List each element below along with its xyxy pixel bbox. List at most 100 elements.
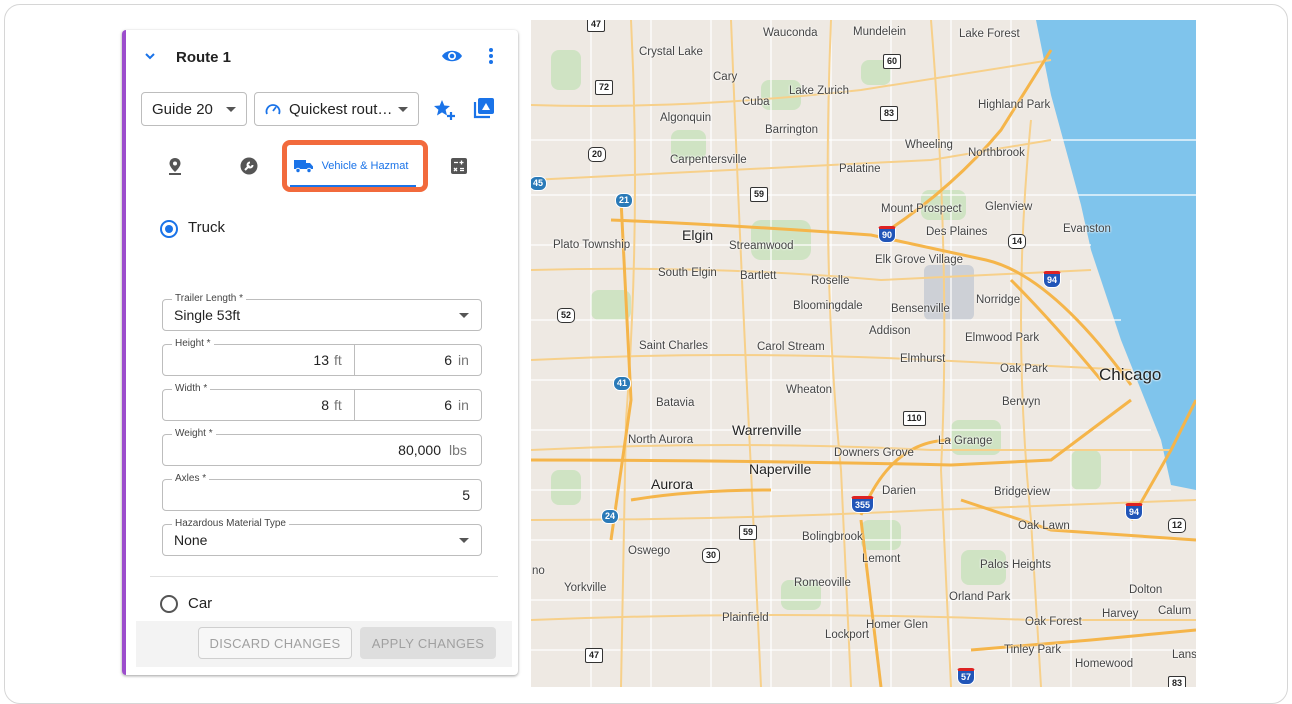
- place-label: Des Plaines: [926, 226, 988, 238]
- route-shield: 94: [1125, 503, 1144, 520]
- tab-vehicle-label: Vehicle & Hazmat: [321, 160, 409, 172]
- route-panel: Route 1 Guide 20 Quickest rout… Vehicle …: [122, 30, 518, 675]
- guide-select-value: Guide 20: [152, 100, 213, 118]
- route-shield: 20: [588, 147, 607, 162]
- height-ft-unit: ft: [334, 352, 342, 368]
- discard-changes-button[interactable]: DISCARD CHANGES: [198, 627, 352, 659]
- place-label: Wheeling: [905, 139, 953, 151]
- width-in-value[interactable]: 6: [444, 397, 452, 413]
- action-footer: DISCARD CHANGES APPLY CHANGES: [136, 621, 512, 667]
- more-options-icon[interactable]: [488, 46, 494, 66]
- place-label: Lake Forest: [959, 28, 1020, 40]
- place-label: Lans: [1172, 649, 1196, 661]
- truck-radio[interactable]: [160, 220, 178, 238]
- trailer-length-select[interactable]: Trailer Length * Single 53ft: [162, 293, 482, 331]
- tab-costs[interactable]: [434, 145, 484, 187]
- field-divider: [354, 390, 355, 420]
- width-field[interactable]: Width * 8 ft 6 in: [162, 383, 482, 421]
- height-ft-value[interactable]: 13: [313, 352, 329, 368]
- hazmat-value: None: [174, 532, 208, 548]
- calculator-icon: [451, 158, 467, 174]
- width-label: Width *: [172, 383, 211, 394]
- chevron-down-icon[interactable]: [144, 50, 156, 62]
- route-shield: 47: [587, 20, 606, 32]
- width-in-unit: in: [458, 397, 469, 413]
- place-label: Saint Charles: [639, 340, 709, 352]
- weight-unit: lbs: [449, 442, 467, 458]
- place-label: Lake Zurich: [789, 85, 850, 97]
- place-label: Barrington: [765, 124, 819, 136]
- route-shield: 94: [1043, 271, 1062, 288]
- place-label: Cuba: [742, 96, 770, 108]
- active-tab-indicator: [290, 185, 416, 187]
- width-ft-unit: ft: [334, 397, 342, 413]
- route-shield: 12: [1168, 518, 1187, 533]
- place-label: La Grange: [938, 435, 993, 447]
- axles-field[interactable]: Axles * 5: [162, 473, 482, 511]
- tab-stops[interactable]: [150, 145, 200, 187]
- height-in-value[interactable]: 6: [444, 352, 452, 368]
- place-label: Carpentersville: [670, 154, 747, 166]
- route-type-select[interactable]: Quickest rout…: [254, 92, 419, 126]
- place-label: Chicago: [1099, 365, 1162, 384]
- place-label: Berwyn: [1002, 396, 1041, 408]
- route-shield: 47: [585, 648, 604, 663]
- place-label: Aurora: [651, 476, 694, 492]
- tab-settings[interactable]: [224, 145, 274, 187]
- route-title: Route 1: [176, 49, 232, 66]
- guide-select[interactable]: Guide 20: [141, 92, 247, 126]
- apply-changes-button[interactable]: APPLY CHANGES: [360, 627, 496, 659]
- weight-field[interactable]: Weight * 80,000 lbs: [162, 428, 482, 466]
- place-label: Addison: [869, 325, 911, 337]
- route-shield: 110: [903, 411, 926, 426]
- place-label: Oak Forest: [1025, 616, 1082, 628]
- options-tabs: Vehicle & Hazmat: [136, 140, 512, 192]
- weight-value[interactable]: 80,000: [398, 442, 441, 458]
- place-label: Elmwood Park: [965, 332, 1040, 344]
- route-shield: 59: [739, 525, 758, 540]
- place-label: Bensenville: [891, 303, 950, 315]
- place-label: Crystal Lake: [639, 46, 703, 58]
- place-label: Plainfield: [722, 612, 769, 624]
- route-shield: 24: [601, 509, 620, 524]
- place-label: Orland Park: [949, 591, 1011, 603]
- hazmat-select[interactable]: Hazardous Material Type None: [162, 518, 482, 556]
- place-label: Harvey: [1102, 608, 1139, 620]
- place-label: Mount Prospect: [881, 203, 962, 215]
- place-label: Oak Park: [1000, 363, 1048, 375]
- axles-value[interactable]: 5: [462, 487, 470, 503]
- route-shield: 90: [878, 226, 897, 243]
- route-header: Route 1: [126, 30, 518, 82]
- place-label: Bridgeview: [994, 486, 1051, 498]
- route-shield: 57: [957, 668, 976, 685]
- place-label: Batavia: [656, 397, 695, 409]
- car-radio[interactable]: [160, 595, 178, 613]
- place-label: Darien: [882, 485, 916, 497]
- place-label: Highland Park: [978, 99, 1051, 111]
- hazmat-label: Hazardous Material Type: [172, 518, 289, 529]
- route-shield: 59: [750, 187, 769, 202]
- place-label: Lockport: [825, 629, 870, 641]
- visibility-eye-icon[interactable]: [441, 46, 463, 66]
- tab-vehicle-hazmat[interactable]: Vehicle & Hazmat: [288, 145, 414, 187]
- map-view[interactable]: Wauconda Mundelein Lake Forest Crystal L…: [531, 20, 1196, 687]
- route-shield: 83: [1168, 676, 1187, 687]
- compare-routes-icon[interactable]: [472, 96, 496, 120]
- route-shield: 355: [851, 496, 875, 513]
- section-divider: [150, 576, 498, 577]
- add-favorite-star-icon[interactable]: [432, 97, 456, 121]
- route-type-value: Quickest rout…: [289, 100, 393, 118]
- route-shield: 14: [1008, 234, 1027, 249]
- place-label: Carol Stream: [757, 341, 825, 353]
- height-label: Height *: [172, 338, 214, 349]
- place-label: Palatine: [839, 163, 881, 175]
- field-divider: [354, 345, 355, 375]
- width-ft-value[interactable]: 8: [321, 397, 329, 413]
- place-label: Oak Lawn: [1018, 520, 1070, 532]
- wrench-icon: [240, 157, 258, 175]
- caret-down-icon: [398, 107, 408, 112]
- height-field[interactable]: Height * 13 ft 6 in: [162, 338, 482, 376]
- route-shield: 83: [880, 106, 899, 121]
- place-label: Homewood: [1075, 658, 1134, 670]
- place-label: Homer Glen: [866, 619, 928, 631]
